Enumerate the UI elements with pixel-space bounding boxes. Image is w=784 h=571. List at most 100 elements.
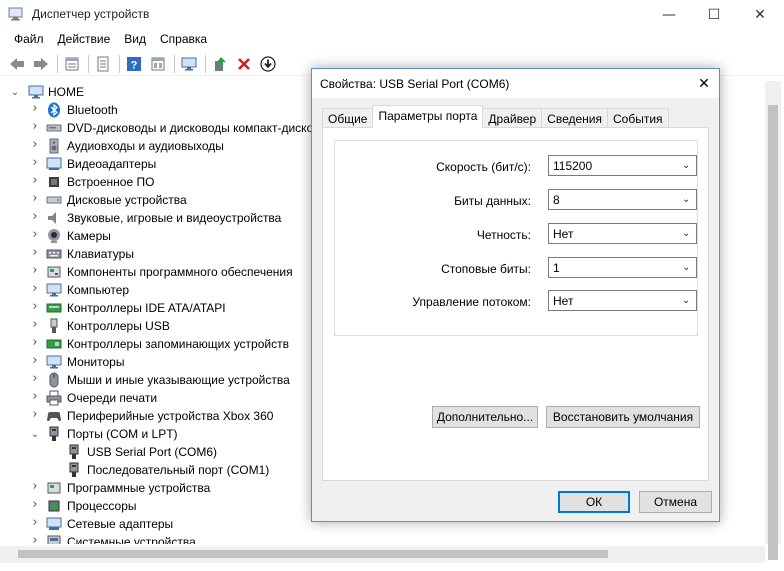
keyboard-icon xyxy=(46,246,62,262)
baud-rate-value: 115200 xyxy=(553,159,593,173)
chevron-right-icon[interactable]: › xyxy=(30,389,40,404)
chevron-down-icon: ⌄ xyxy=(682,295,691,306)
menu-file[interactable]: Файл xyxy=(0,30,51,50)
chevron-right-icon[interactable]: › xyxy=(30,173,40,188)
camera-icon xyxy=(46,228,62,244)
stop-bits-label: Стоповые биты: xyxy=(441,262,531,276)
chevron-right-icon[interactable]: › xyxy=(30,497,40,512)
tab-events[interactable]: События xyxy=(606,108,669,128)
tree-item-label: USB Serial Port (COM6) xyxy=(87,445,218,459)
monitor-icon[interactable] xyxy=(178,53,200,75)
tree-item-label: Компоненты программного обеспечения xyxy=(67,265,293,279)
maximize-button[interactable]: ☐ xyxy=(691,0,737,30)
ok-button[interactable]: ОК xyxy=(558,491,630,513)
forward-icon[interactable] xyxy=(30,53,52,75)
menu-help[interactable]: Справка xyxy=(153,30,214,50)
stop-bits-select[interactable]: 1 ⌄ xyxy=(548,257,697,278)
storage-controller-icon xyxy=(46,336,62,352)
tree-item-label: Дисковые устройства xyxy=(67,193,187,207)
chevron-right-icon[interactable]: › xyxy=(30,407,40,422)
tree-item-label: Мыши и иные указывающие устройства xyxy=(67,373,290,387)
horizontal-scrollbar[interactable] xyxy=(0,546,765,563)
chevron-right-icon[interactable]: › xyxy=(30,353,40,368)
chevron-down-icon: ⌄ xyxy=(682,160,691,171)
firmware-icon xyxy=(46,174,62,190)
tree-category[interactable]: › Системные устройства xyxy=(0,533,760,544)
chevron-right-icon[interactable]: › xyxy=(30,155,40,170)
baud-rate-label: Скорость (бит/с): xyxy=(436,160,531,174)
tree-item-label: Процессоры xyxy=(67,499,137,513)
details-icon[interactable] xyxy=(92,53,114,75)
advanced-button[interactable]: Дополнительно... xyxy=(432,406,538,428)
display-adapter-icon xyxy=(46,156,62,172)
chevron-down-icon: ⌄ xyxy=(682,228,691,239)
tree-item-label: Bluetooth xyxy=(67,103,118,117)
tab-port-settings[interactable]: Параметры порта xyxy=(372,105,484,128)
chevron-right-icon[interactable]: › xyxy=(30,515,40,530)
port-icon xyxy=(46,426,62,442)
close-button[interactable]: ✕ xyxy=(737,0,783,30)
software-component-icon xyxy=(46,264,62,280)
tab-details[interactable]: Сведения xyxy=(541,108,608,128)
chevron-down-icon[interactable]: ⌄ xyxy=(10,87,20,98)
computer-icon xyxy=(46,282,62,298)
port-settings-panel: Скорость (бит/с): 115200 ⌄ Биты данных: … xyxy=(322,127,709,481)
vertical-scrollbar[interactable] xyxy=(765,81,781,560)
uninstall-icon[interactable] xyxy=(233,53,255,75)
chevron-right-icon[interactable]: › xyxy=(30,335,40,350)
tree-item-label: Контроллеры USB xyxy=(67,319,170,333)
chevron-right-icon[interactable]: › xyxy=(30,101,40,116)
toolbar-separator xyxy=(88,54,89,73)
chevron-down-icon: ⌄ xyxy=(682,262,691,273)
chevron-right-icon[interactable]: › xyxy=(30,479,40,494)
chevron-right-icon[interactable]: › xyxy=(30,281,40,296)
toolbar-separator xyxy=(57,54,58,73)
download-icon[interactable] xyxy=(257,53,279,75)
chevron-right-icon[interactable]: › xyxy=(30,371,40,386)
dialog-close-button[interactable]: ✕ xyxy=(689,69,719,98)
port-icon xyxy=(66,444,82,460)
cancel-button[interactable]: Отмена xyxy=(639,491,712,513)
minimize-button[interactable]: — xyxy=(646,0,692,30)
data-bits-select[interactable]: 8 ⌄ xyxy=(548,189,697,210)
menu-view[interactable]: Вид xyxy=(117,30,153,50)
chevron-right-icon[interactable]: › xyxy=(30,119,40,134)
dialog-title-bar: Свойства: USB Serial Port (COM6) ✕ xyxy=(312,69,719,98)
data-bits-value: 8 xyxy=(553,193,560,207)
tree-item-label: Периферийные устройства Xbox 360 xyxy=(67,409,274,423)
flow-control-select[interactable]: Нет ⌄ xyxy=(548,290,697,311)
back-icon[interactable] xyxy=(6,53,28,75)
restore-defaults-button[interactable]: Восстановить умолчания xyxy=(546,406,700,428)
properties-dialog: Свойства: USB Serial Port (COM6) ✕ Общие… xyxy=(311,68,720,522)
computer-icon xyxy=(28,84,44,100)
menu-action[interactable]: Действие xyxy=(51,30,118,50)
chevron-right-icon[interactable]: › xyxy=(30,137,40,152)
cpu-icon xyxy=(46,498,62,514)
scrollbar-thumb[interactable] xyxy=(18,550,608,558)
properties-icon[interactable] xyxy=(61,53,83,75)
chevron-right-icon[interactable]: › xyxy=(30,299,40,314)
chevron-right-icon[interactable]: › xyxy=(30,191,40,206)
chevron-right-icon[interactable]: › xyxy=(30,533,40,545)
update-driver-icon[interactable] xyxy=(209,53,231,75)
parity-select[interactable]: Нет ⌄ xyxy=(548,223,697,244)
chevron-right-icon[interactable]: › xyxy=(30,317,40,332)
scrollbar-thumb[interactable] xyxy=(768,105,778,560)
chevron-right-icon[interactable]: › xyxy=(30,245,40,260)
baud-rate-select[interactable]: 115200 ⌄ xyxy=(548,155,697,176)
title-bar: Диспетчер устройств — ☐ ✕ xyxy=(0,0,784,30)
dialog-tabs: Общие Параметры порта Драйвер Сведения С… xyxy=(322,105,669,128)
view-icon[interactable] xyxy=(147,53,169,75)
chevron-right-icon[interactable]: › xyxy=(30,209,40,224)
dialog-title: Свойства: USB Serial Port (COM6) xyxy=(320,77,510,91)
chevron-right-icon[interactable]: › xyxy=(30,263,40,278)
speaker-icon xyxy=(46,138,62,154)
help-icon[interactable]: ? xyxy=(123,53,145,75)
chevron-down-icon[interactable]: ⌄ xyxy=(30,429,40,440)
tab-general[interactable]: Общие xyxy=(322,108,374,128)
stop-bits-value: 1 xyxy=(553,261,560,275)
chevron-right-icon[interactable]: › xyxy=(30,227,40,242)
tab-driver[interactable]: Драйвер xyxy=(482,108,543,128)
usb-icon xyxy=(46,318,62,334)
printer-icon xyxy=(46,390,62,406)
